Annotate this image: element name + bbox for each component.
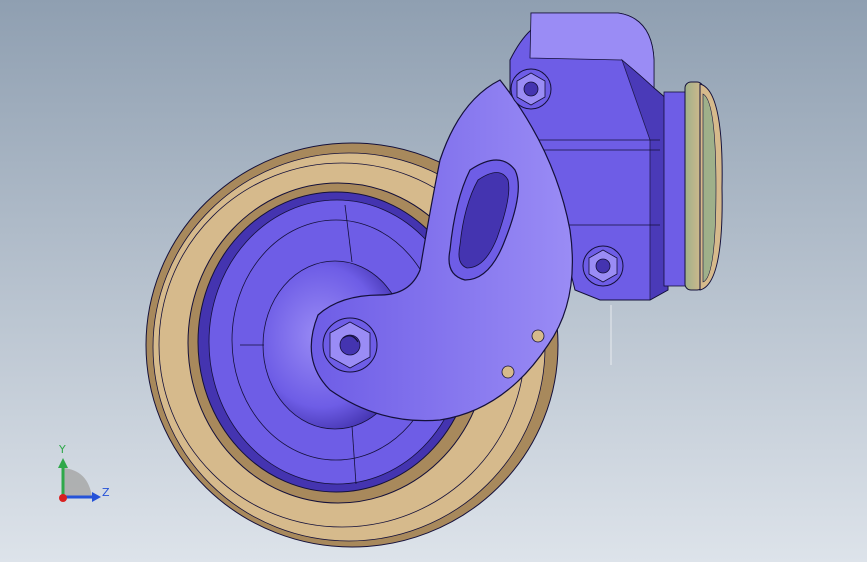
stem-neck [663,91,687,287]
stem-washer[interactable] [663,81,723,291]
model-canvas[interactable] [0,0,867,562]
axis-origin-icon [59,494,67,502]
axle-nut[interactable] [322,317,378,373]
bolt-center [595,258,611,274]
mount-bolt-bottom[interactable] [582,245,624,287]
bolt-center [523,81,539,97]
pin-hole-2 [501,365,515,379]
pin-hole-1 [531,329,545,343]
axis-z-label: Z [102,486,110,499]
mount-bolt-top[interactable] [510,68,552,110]
axis-y-label: Y [59,443,66,456]
cad-viewport[interactable]: Y Z [0,0,867,562]
